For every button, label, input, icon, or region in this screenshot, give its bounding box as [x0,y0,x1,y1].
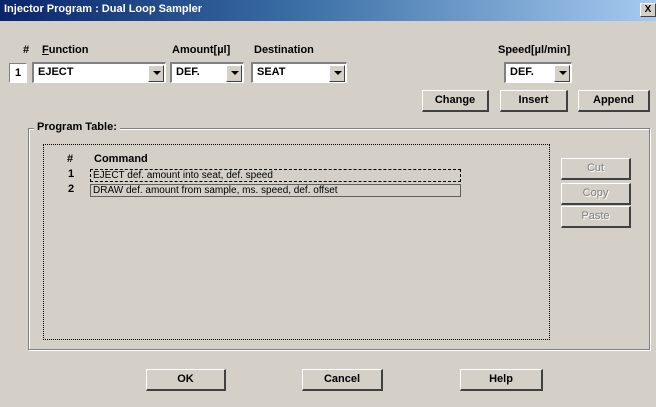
window-title: Injector Program : Dual Loop Sampler [4,3,203,15]
function-select-value: EJECT [38,66,74,78]
paste-button[interactable]: Paste [561,206,631,228]
amount-select-value: DEF. [176,66,200,78]
copy-button[interactable]: Copy [561,183,631,205]
function-header-rest: unction [48,44,89,56]
speed-header: Speed[µl/min] [498,44,571,56]
amount-select[interactable]: DEF. [170,62,244,83]
chevron-down-icon[interactable] [554,65,570,82]
destination-select[interactable]: SEAT [251,62,347,83]
insert-button[interactable]: Insert [500,90,568,112]
speed-select-value: DEF. [510,66,534,78]
number-header: # [23,44,30,56]
change-button[interactable]: Change [422,90,489,112]
destination-select-value: SEAT [257,66,286,78]
cancel-button[interactable]: Cancel [302,369,383,391]
help-button[interactable]: Help [460,369,543,391]
destination-header: Destination [254,44,314,56]
table-row-number: 1 [68,168,75,180]
ok-button[interactable]: OK [146,369,226,391]
function-select[interactable]: EJECT [32,62,166,83]
table-row[interactable]: DRAW def. amount from sample, ms. speed,… [90,184,461,197]
close-button[interactable]: X [640,3,656,17]
chevron-down-icon[interactable] [226,65,242,82]
speed-select[interactable]: DEF. [504,62,572,83]
function-header: Function [42,44,88,56]
cut-button[interactable]: Cut [561,158,631,180]
chevron-down-icon[interactable] [329,65,345,82]
row-number-display: 1 [9,63,27,83]
append-button[interactable]: Append [578,90,650,112]
table-col-command: Command [94,153,148,165]
table-row[interactable]: EJECT def. amount into seat, def. speed [90,169,461,182]
program-table-label: Program Table: [34,121,120,133]
amount-header: Amount[µl] [172,44,231,56]
function-header-accel: F [42,44,49,56]
table-col-number: # [67,153,74,165]
table-row-number: 2 [68,183,75,195]
chevron-down-icon[interactable] [148,65,164,82]
